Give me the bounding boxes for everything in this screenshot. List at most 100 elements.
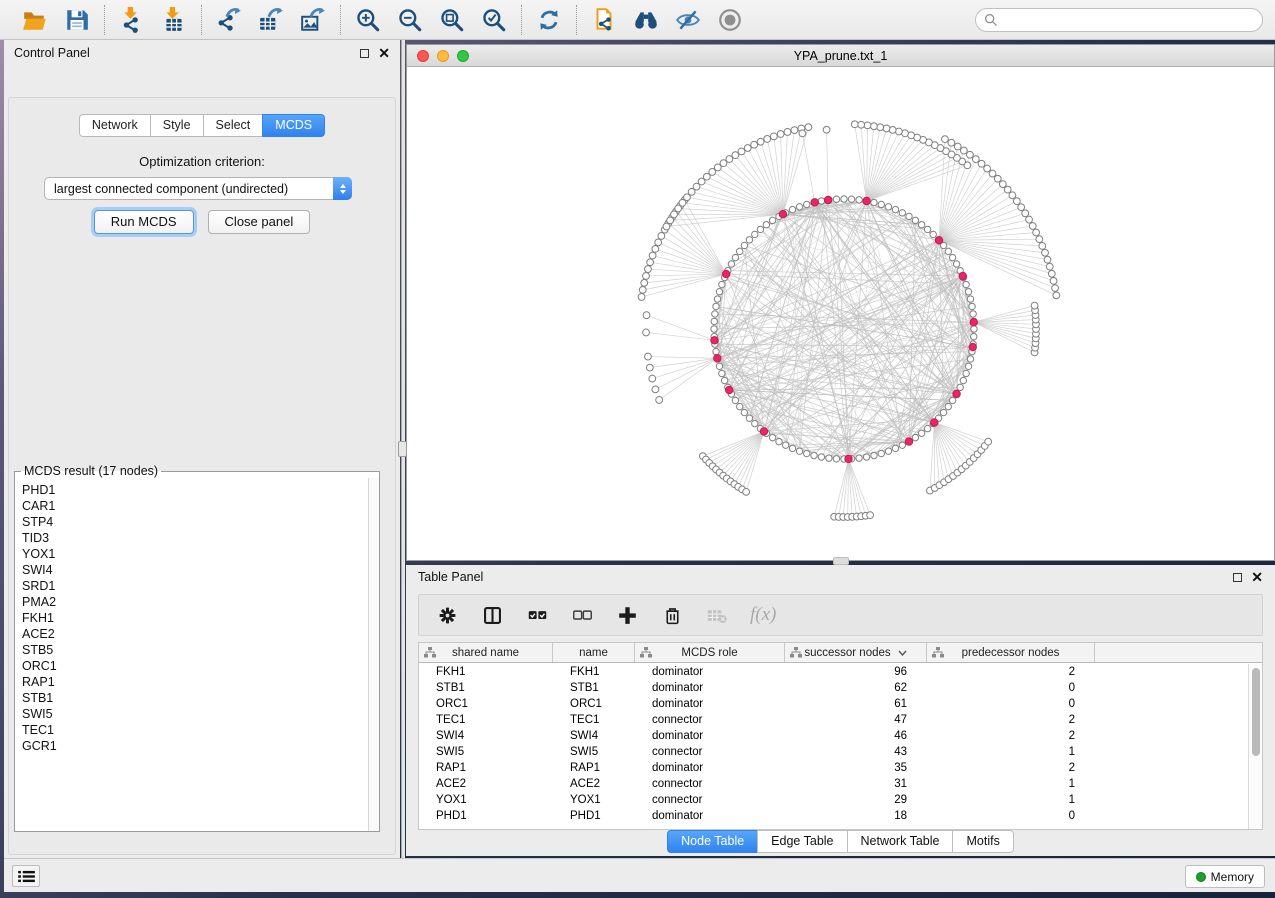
mcds-result-item[interactable]: SRD1 <box>22 578 367 594</box>
clone-network-button[interactable] <box>589 5 619 35</box>
column-header-shared-name[interactable]: shared name <box>419 643 553 662</box>
float-table-panel-icon[interactable] <box>1233 573 1242 582</box>
toolbar-search[interactable] <box>975 8 1263 32</box>
criterion-dropdown[interactable]: largest connected component (undirected) <box>44 177 352 200</box>
table-body: FKH1FKH1dominator962STB1STB1dominator620… <box>419 664 1248 829</box>
status-bar: Memory <box>4 858 1275 892</box>
mcds-result-item[interactable]: STB5 <box>22 642 367 658</box>
horizontal-splitter-grip[interactable] <box>833 557 849 565</box>
table-row[interactable]: SWI4SWI4dominator462 <box>419 728 1248 744</box>
criterion-label: Optimization criterion: <box>4 154 400 169</box>
select-all-button[interactable] <box>525 603 549 627</box>
show-panels-button[interactable] <box>12 865 40 887</box>
mcds-result-item[interactable]: STP4 <box>22 514 367 530</box>
mcds-result-item[interactable]: YOX1 <box>22 546 367 562</box>
binoculars-button[interactable] <box>631 5 661 35</box>
save-button[interactable] <box>62 5 92 35</box>
cell-shared-name: SWI5 <box>419 744 553 760</box>
table-row[interactable]: STB1STB1dominator620 <box>419 680 1248 696</box>
delete-row-button[interactable] <box>660 603 684 627</box>
network-window-titlebar[interactable]: YPA_prune.txt_1 <box>407 45 1274 67</box>
tab-style[interactable]: Style <box>150 114 203 137</box>
cell-name: YOX1 <box>553 792 635 808</box>
network-graph[interactable] <box>407 67 1274 560</box>
table-header-row: shared namenameMCDS rolesuccessor nodesp… <box>419 643 1262 663</box>
close-table-panel-icon[interactable]: ✕ <box>1251 572 1263 582</box>
mcds-result-item[interactable]: PHD1 <box>22 482 367 498</box>
cell-MCDS-role: dominator <box>635 808 785 824</box>
cell-predecessor-nodes: 0 <box>927 696 1095 712</box>
table-toolbar: f(x) <box>418 594 1263 636</box>
table-row[interactable]: ORC1ORC1dominator610 <box>419 696 1248 712</box>
mcds-result-item[interactable]: PMA2 <box>22 594 367 610</box>
tab-select[interactable]: Select <box>203 114 263 137</box>
mcds-result-item[interactable]: CAR1 <box>22 498 367 514</box>
mcds-result-item[interactable]: ORC1 <box>22 658 367 674</box>
tab-mcds[interactable]: MCDS <box>262 114 325 137</box>
table-row[interactable]: TEC1TEC1connector472 <box>419 712 1248 728</box>
mcds-result-item[interactable]: STB1 <box>22 690 367 706</box>
add-row-button[interactable] <box>615 603 639 627</box>
refresh-button[interactable] <box>534 5 564 35</box>
column-header-successor-nodes[interactable]: successor nodes <box>785 643 927 662</box>
cell-shared-name: YOX1 <box>419 792 553 808</box>
close-panel-icon[interactable]: ✕ <box>378 48 390 58</box>
tab-node-table[interactable]: Node Table <box>667 830 757 853</box>
mcds-result-item[interactable]: GCR1 <box>22 738 367 754</box>
close-panel-button[interactable]: Close panel <box>208 210 311 234</box>
import-table-button[interactable] <box>159 5 189 35</box>
tab-edge-table[interactable]: Edge Table <box>757 830 846 853</box>
table-row[interactable]: ACE2ACE2connector311 <box>419 776 1248 792</box>
table-panel: Table Panel ✕ f(x) shared namenameMCDS r… <box>406 565 1275 856</box>
deselect-all-button[interactable] <box>570 603 594 627</box>
hide-details-button[interactable] <box>673 5 703 35</box>
column-header-predecessor-nodes[interactable]: predecessor nodes <box>927 643 1095 662</box>
cell-predecessor-nodes: 0 <box>927 680 1095 696</box>
mcds-list-scrollbar[interactable] <box>368 478 379 831</box>
mcds-result-item[interactable]: TEC1 <box>22 722 367 738</box>
table-scrollbar-thumb[interactable] <box>1252 668 1260 756</box>
mcds-result-item[interactable]: RAP1 <box>22 674 367 690</box>
column-header-MCDS-role[interactable]: MCDS role <box>635 643 785 662</box>
vertical-splitter-grip[interactable] <box>398 441 407 457</box>
search-input[interactable] <box>1002 11 1262 29</box>
tab-network-table[interactable]: Network Table <box>847 830 953 853</box>
memory-status-icon <box>1196 872 1206 882</box>
zoom-fit-icon <box>439 7 465 33</box>
zoom-fit-button[interactable] <box>437 5 467 35</box>
export-image-button[interactable] <box>298 5 328 35</box>
table-row[interactable]: SWI5SWI5connector431 <box>419 744 1248 760</box>
float-panel-icon[interactable] <box>360 49 369 58</box>
zoom-in-button[interactable] <box>353 5 383 35</box>
mcds-result-item[interactable]: TID3 <box>22 530 367 546</box>
import-network-button[interactable] <box>117 5 147 35</box>
settings-button[interactable] <box>435 603 459 627</box>
table-row[interactable]: YOX1YOX1connector291 <box>419 792 1248 808</box>
table-row[interactable]: FKH1FKH1dominator962 <box>419 664 1248 680</box>
open-button[interactable] <box>20 5 50 35</box>
cell-predecessor-nodes: 2 <box>927 760 1095 776</box>
table-row[interactable]: RAP1RAP1dominator352 <box>419 760 1248 776</box>
table-scrollbar[interactable] <box>1248 664 1262 829</box>
split-panel-button[interactable] <box>480 603 504 627</box>
mcds-result-item[interactable]: FKH1 <box>22 610 367 626</box>
export-network-button[interactable] <box>214 5 244 35</box>
run-mcds-button[interactable]: Run MCDS <box>94 210 194 234</box>
zoom-out-button[interactable] <box>395 5 425 35</box>
tab-motifs[interactable]: Motifs <box>952 830 1013 853</box>
mcds-result-item[interactable]: SWI4 <box>22 562 367 578</box>
tab-network[interactable]: Network <box>79 114 150 137</box>
table-row[interactable]: PHD1PHD1dominator180 <box>419 808 1248 824</box>
show-details-button[interactable] <box>715 5 745 35</box>
cell-successor-nodes: 43 <box>785 744 927 760</box>
memory-button[interactable]: Memory <box>1185 865 1265 888</box>
hierarchy-icon <box>424 647 436 658</box>
column-header-name[interactable]: name <box>553 643 635 662</box>
mcds-result-list[interactable]: PHD1CAR1STP4TID3YOX1SWI4SRD1PMA2FKH1ACE2… <box>16 480 367 830</box>
cell-predecessor-nodes: 2 <box>927 728 1095 744</box>
mcds-result-item[interactable]: SWI5 <box>22 706 367 722</box>
mcds-result-item[interactable]: ACE2 <box>22 626 367 642</box>
export-table-button[interactable] <box>256 5 286 35</box>
zoom-selected-button[interactable] <box>479 5 509 35</box>
cell-successor-nodes: 46 <box>785 728 927 744</box>
